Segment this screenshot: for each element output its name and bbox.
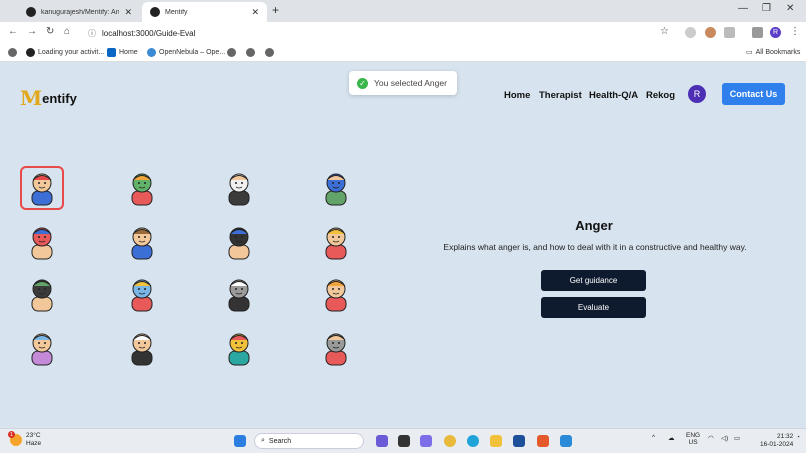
weather-icon: 1 [8,431,22,446]
menu-kebab-icon[interactable]: ⋮ [790,26,800,37]
github-icon [26,48,35,57]
extension-icon[interactable] [685,27,696,38]
site-info-icon[interactable]: ⓘ [88,28,96,39]
nav-rekog[interactable]: Rekog [646,90,675,101]
close-tab-icon[interactable]: ✕ [251,7,259,18]
nav-home[interactable]: Home [504,90,530,101]
volume-icon[interactable]: ◁) [721,434,728,442]
bookmark-item[interactable]: OpenNebula – Ope... [147,48,225,57]
globe-icon[interactable] [246,48,255,57]
profile-avatar[interactable]: R [770,27,781,38]
extension-icon[interactable] [705,27,716,38]
new-tab-icon[interactable]: + [272,3,279,17]
close-tab-icon[interactable]: ✕ [124,7,132,18]
split-personality-icon[interactable] [217,166,261,210]
globe-icon[interactable] [227,48,236,57]
topic-title: Anger [575,218,613,233]
teams-icon[interactable] [420,435,432,447]
trapped-person-icon[interactable] [314,220,358,264]
headache-icon[interactable] [314,272,358,316]
notification-bell-icon[interactable]: ◔ [796,434,800,441]
chrome-icon[interactable] [444,435,456,447]
language-indicator[interactable]: ENG US [686,432,700,446]
toast-notification: ✓ You selected Anger [349,71,457,95]
reload-icon[interactable]: ↻ [46,26,54,37]
browser-tab-bar: kanugurajesh/Mentify: An all in ✕ Mentif… [0,0,806,22]
weather-widget[interactable]: 1 23°C Haze [8,431,41,448]
file-explorer-icon[interactable] [490,435,502,447]
angry-person-icon[interactable] [20,166,64,210]
topic-description: Explains what anger is, and how to deal … [443,242,747,252]
close-window-icon[interactable]: ✕ [786,3,794,14]
url-field[interactable]: ⓘ localhost:3000/Guide-Eval [80,25,680,41]
site-favicon-icon [150,7,160,17]
logo[interactable]: M entify [20,86,77,110]
depressed-person-icon[interactable] [314,166,358,210]
battery-icon[interactable]: ▭ [734,434,740,442]
mirror-self-image-icon[interactable] [217,326,261,370]
globe-icon[interactable] [265,48,274,57]
edge-icon[interactable] [467,435,479,447]
contact-us-button[interactable]: Contact Us [722,83,785,105]
tab-github[interactable]: kanugurajesh/Mentify: An all in ✕ [18,2,140,22]
vscode-icon[interactable] [560,435,572,447]
get-guidance-button[interactable]: Get guidance [541,270,646,291]
nav-therapist[interactable]: Therapist [539,90,582,101]
side-panel-icon[interactable] [752,27,763,38]
minimize-icon[interactable]: — [738,3,748,14]
addiction-fist-icon[interactable] [314,326,358,370]
taskbar-search[interactable]: ⌕ Search [254,433,364,449]
overthinking-icon[interactable] [120,326,164,370]
search-icon: ⌕ [261,437,265,444]
back-icon[interactable]: ← [8,26,18,37]
forward-icon[interactable]: → [27,26,37,37]
linkedin-icon [107,48,116,57]
store-icon[interactable] [513,435,525,447]
user-avatar[interactable]: R [688,85,706,103]
windows-start-icon[interactable] [234,435,246,447]
nav-health-qa[interactable]: Health-Q/A [589,90,638,101]
social-anxiety-icon[interactable] [120,166,164,210]
brave-icon[interactable] [537,435,549,447]
opennebula-icon [147,48,156,57]
all-bookmarks[interactable]: ▭ All Bookmarks [746,48,800,57]
taskbar: 1 23°C Haze ⌕ Search ^ ☁ ENG US ◠ ◁) ▭ 2… [0,428,806,453]
memory-loss-icon[interactable] [217,272,261,316]
eating-disorder-icon[interactable] [20,220,64,264]
page-content: M entify Home Therapist Health-Q/A Rekog… [0,62,806,428]
clock[interactable]: 21:32 16-01-2024 [760,433,793,449]
loneliness-icon[interactable] [120,220,164,264]
bookmarks-bar: Loading your activit... Home OpenNebula … [0,44,806,62]
home-icon[interactable]: ⌂ [64,26,70,37]
copilot-icon[interactable] [376,435,388,447]
globe-icon[interactable] [8,48,17,57]
panic-warning-icon[interactable] [120,272,164,316]
address-bar-row: ← → ↻ ⌂ ⓘ localhost:3000/Guide-Eval ☆ R … [0,22,806,44]
hearing-voices-icon[interactable] [20,272,64,316]
stress-icon[interactable] [217,220,261,264]
bookmark-item[interactable]: Home [107,48,138,57]
tab-mentify[interactable]: Mentify ✕ [142,2,267,22]
task-view-icon[interactable] [398,435,410,447]
extensions-puzzle-icon[interactable] [724,27,735,38]
brain-mask-icon[interactable] [20,326,64,370]
check-icon: ✓ [357,77,368,89]
bookmark-star-icon[interactable]: ☆ [660,26,669,37]
onedrive-icon[interactable]: ☁ [668,434,675,442]
bookmark-item[interactable]: Loading your activit... [26,48,104,57]
folder-icon: ▭ [746,49,753,56]
chevron-up-icon[interactable]: ^ [652,434,655,441]
evaluate-button[interactable]: Evaluate [541,297,646,318]
maximize-icon[interactable]: ❐ [762,3,771,14]
github-icon [26,7,36,17]
wifi-icon[interactable]: ◠ [708,434,714,442]
